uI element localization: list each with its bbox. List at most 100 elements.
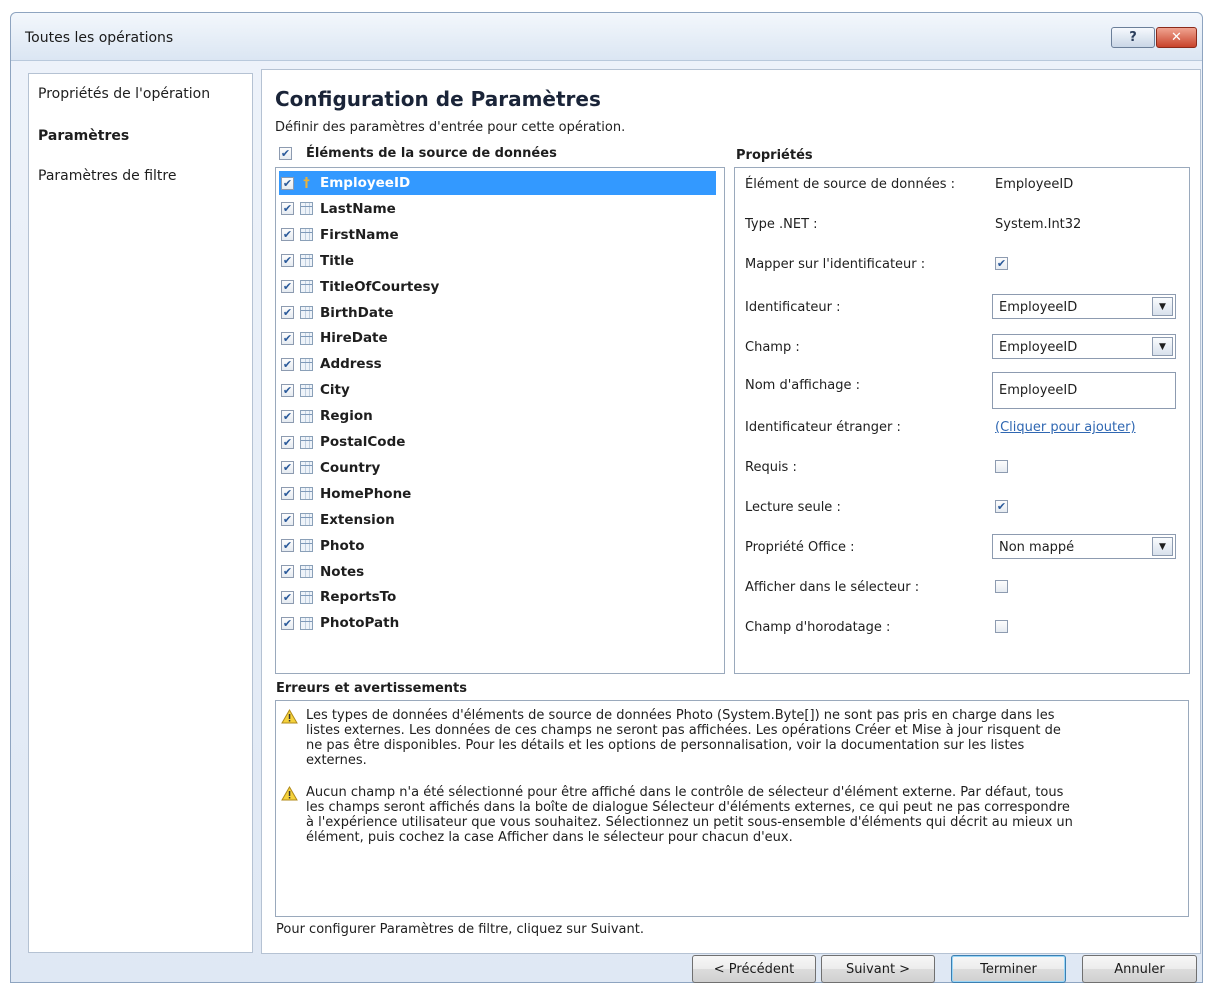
- previous-button[interactable]: < Précédent: [692, 955, 816, 983]
- prop-label: Élément de source de données :: [745, 177, 955, 192]
- prop-field: Champ : EmployeeID ▼: [745, 334, 1185, 360]
- field-name: TitleOfCourtesy: [320, 278, 440, 295]
- warning-message: Les types de données d'éléments de sourc…: [306, 708, 1181, 768]
- field-checkbox[interactable]: ✔: [281, 228, 294, 242]
- field-checkbox[interactable]: ✔: [281, 254, 294, 268]
- field-name: Country: [320, 459, 381, 476]
- list-item[interactable]: ✔ FirstName: [279, 223, 716, 247]
- list-item[interactable]: ✔ PostalCode: [279, 430, 716, 454]
- help-button[interactable]: ?: [1111, 27, 1155, 48]
- field-checkbox[interactable]: ✔: [281, 513, 294, 527]
- source-elements-label: Éléments de la source de données: [306, 146, 557, 161]
- prop-label: Mapper sur l'identificateur :: [745, 257, 926, 272]
- field-name: Extension: [320, 511, 395, 528]
- list-item[interactable]: ✔ Country: [279, 456, 716, 480]
- list-item[interactable]: ✔ BirthDate: [279, 301, 716, 325]
- list-item[interactable]: ✔ Notes: [279, 560, 716, 584]
- table-icon: [300, 590, 313, 604]
- warning-line: ne pas être disponibles. Pour les détail…: [306, 738, 1025, 753]
- list-item[interactable]: ✔ Extension: [279, 508, 716, 532]
- list-item[interactable]: ✔ Region: [279, 404, 716, 428]
- errors-header: Erreurs et avertissements: [276, 681, 468, 696]
- field-checkbox[interactable]: ✔: [281, 409, 294, 423]
- prop-label: Requis :: [745, 460, 797, 475]
- next-button[interactable]: Suivant >: [821, 955, 935, 983]
- field-checkbox[interactable]: ✔: [281, 539, 294, 553]
- field-name: HomePhone: [320, 485, 412, 502]
- field-checkbox[interactable]: ✔: [281, 306, 294, 319]
- table-icon: [300, 280, 313, 294]
- field-checkbox[interactable]: ✔: [281, 331, 294, 345]
- field-checkbox[interactable]: ✔: [281, 565, 294, 578]
- table-icon: [300, 409, 313, 423]
- display-name-input[interactable]: EmployeeID: [992, 372, 1176, 409]
- field-checkbox[interactable]: ✔: [281, 202, 294, 216]
- field-checkbox[interactable]: ✔: [281, 487, 294, 501]
- table-icon: [300, 513, 313, 527]
- cancel-button[interactable]: Annuler: [1082, 955, 1197, 983]
- list-item[interactable]: ✔ Address: [279, 352, 716, 376]
- nav-item-parameters[interactable]: Paramètres: [38, 128, 129, 144]
- office-property-dropdown[interactable]: Non mappé ▼: [992, 534, 1176, 559]
- warning-icon: [281, 709, 298, 724]
- list-item[interactable]: ✔ HireDate: [279, 326, 716, 350]
- list-item[interactable]: ✔ PhotoPath: [279, 611, 716, 635]
- source-elements-header: ✔ Éléments de la source de données: [279, 146, 557, 161]
- list-item[interactable]: ✔ HomePhone: [279, 482, 716, 506]
- field-checkbox[interactable]: ✔: [281, 590, 294, 604]
- warning-line: à l'expérience utilisateur que vous souh…: [306, 815, 1073, 830]
- field-dropdown[interactable]: EmployeeID ▼: [992, 334, 1176, 359]
- nav-item-operation-properties[interactable]: Propriétés de l'opération: [38, 86, 210, 102]
- table-icon: [300, 435, 313, 449]
- warning-line: Aucun champ n'a été sélectionné pour êtr…: [306, 785, 1064, 800]
- prop-required: Requis :: [745, 454, 1185, 480]
- nav-item-filter-parameters[interactable]: Paramètres de filtre: [38, 168, 176, 184]
- map-to-identifier-checkbox[interactable]: ✔: [995, 257, 1008, 270]
- prop-read-only: Lecture seule : ✔: [745, 494, 1185, 520]
- page-subtitle: Définir des paramètres d'entrée pour cet…: [275, 120, 626, 135]
- prop-label: Nom d'affichage :: [745, 378, 860, 393]
- data-source-elements-list[interactable]: ✔ † EmployeeID ✔ LastName ✔ FirstName ✔ Title ✔ Ti…: [275, 167, 725, 674]
- list-item[interactable]: ✔ † EmployeeID: [279, 171, 716, 195]
- field-name: LastName: [320, 200, 396, 217]
- list-item[interactable]: ✔ TitleOfCourtesy: [279, 275, 716, 299]
- field-name: PhotoPath: [320, 615, 400, 632]
- field-checkbox[interactable]: ✔: [281, 357, 294, 371]
- close-button[interactable]: ✕: [1156, 27, 1197, 48]
- finish-button[interactable]: Terminer: [951, 955, 1066, 983]
- warning-message: Aucun champ n'a été sélectionné pour êtr…: [306, 785, 1181, 845]
- table-icon: [300, 383, 313, 397]
- field-checkbox[interactable]: ✔: [281, 435, 294, 449]
- read-only-checkbox[interactable]: ✔: [995, 500, 1008, 513]
- timestamp-field-checkbox[interactable]: [995, 620, 1008, 633]
- field-checkbox[interactable]: ✔: [281, 461, 294, 475]
- field-name: HireDate: [320, 330, 388, 347]
- footer-hint: Pour configurer Paramètres de filtre, cl…: [276, 922, 644, 937]
- window-title: Toutes les opérations: [25, 30, 174, 46]
- required-checkbox[interactable]: [995, 460, 1008, 473]
- list-item[interactable]: ✔ ReportsTo: [279, 585, 716, 609]
- field-name: Address: [320, 356, 382, 373]
- select-all-checkbox[interactable]: ✔: [279, 147, 292, 160]
- chevron-down-icon[interactable]: ▼: [1152, 537, 1173, 556]
- identifier-dropdown[interactable]: EmployeeID ▼: [992, 294, 1176, 319]
- field-value: EmployeeID: [999, 340, 1078, 355]
- field-name: Title: [320, 252, 355, 269]
- show-in-picker-checkbox[interactable]: [995, 580, 1008, 593]
- warning-icon: [281, 786, 298, 801]
- list-item[interactable]: ✔ Title: [279, 249, 716, 273]
- list-item[interactable]: ✔ Photo: [279, 534, 716, 558]
- prop-foreign-identifier: Identificateur étranger : (Cliquer pour …: [745, 414, 1185, 440]
- field-checkbox[interactable]: ✔: [281, 616, 294, 630]
- field-checkbox[interactable]: ✔: [281, 280, 294, 294]
- list-item[interactable]: ✔ LastName: [279, 197, 716, 221]
- field-checkbox[interactable]: ✔: [281, 383, 294, 397]
- chevron-down-icon[interactable]: ▼: [1152, 297, 1173, 316]
- properties-header: Propriétés: [736, 148, 813, 163]
- warning-line: listes externes. Les données de ces cham…: [306, 723, 1061, 738]
- add-foreign-identifier-link[interactable]: (Cliquer pour ajouter): [995, 420, 1136, 435]
- warning-line: élément, puis cochez la case Afficher da…: [306, 830, 793, 845]
- chevron-down-icon[interactable]: ▼: [1152, 337, 1173, 356]
- field-checkbox[interactable]: ✔: [281, 176, 294, 190]
- list-item[interactable]: ✔ City: [279, 378, 716, 402]
